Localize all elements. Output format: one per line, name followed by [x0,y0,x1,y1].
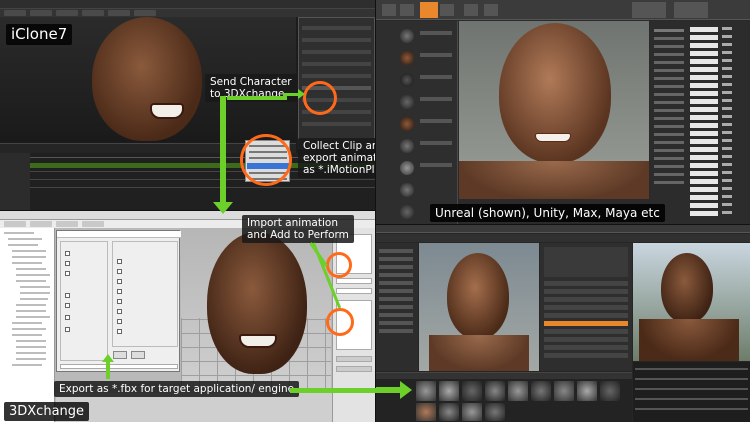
material-thumbnail[interactable] [400,95,414,109]
threedx-menu-button[interactable] [56,221,78,227]
unreal-anim-viewport[interactable] [419,243,539,371]
threedx-menu-button[interactable] [4,221,26,227]
material-thumbnail[interactable] [400,73,414,87]
unreal-anim-window [376,225,750,422]
threedx-title-label: 3DXchange [4,402,90,421]
threedx-scene-tree[interactable] [0,228,55,422]
unreal-label: Unreal (shown), Unity, Max, Maya etc [430,204,665,222]
character-face [207,232,307,374]
unreal-anim-middle-panel [540,243,632,371]
unreal-play-button[interactable] [420,2,438,18]
iclone-titlebar [0,0,375,9]
threedx-menu-button[interactable] [30,221,52,227]
iclone-menu-button[interactable] [4,10,26,16]
unreal-details-panel [650,21,750,224]
unreal-anim-tabs[interactable] [376,225,750,233]
highlight-circle-icon [240,134,292,186]
character-shoulders [459,161,649,199]
arrow-icon [102,354,114,362]
threedx-bottom-area [56,393,332,422]
arrow-icon [290,388,376,393]
iclone-menubar [0,9,375,17]
material-thumbnail[interactable] [400,161,414,175]
character-shoulders [639,319,739,361]
unreal-anim-curves[interactable] [633,362,750,422]
unreal-game-viewport[interactable] [633,243,750,361]
unreal-anim-toolbar [376,234,750,242]
arrow-icon [227,96,287,100]
threedx-viewport[interactable] [181,228,331,390]
arrow-icon [213,202,233,214]
character-face [92,17,202,141]
unreal-window: Unreal (shown), Unity, Max, Maya etc [376,0,750,224]
import-animation-label: Import animation and Add to Perform [242,215,354,243]
iclone-menu-button[interactable] [134,10,156,16]
highlight-circle-icon [326,308,354,336]
export-button[interactable] [113,351,127,359]
iclone-window: iClone7 Send Character to 3DXchange Coll… [0,0,375,210]
unreal-anim-left-panel [376,243,418,371]
character-teeth [239,334,277,348]
character-shoulders [429,335,529,371]
character-face [499,23,611,163]
character-teeth [150,103,184,119]
material-thumbnail[interactable] [400,139,414,153]
character-face [661,253,713,323]
arrow-icon [376,387,402,393]
cancel-button[interactable] [131,351,145,359]
unreal-content-browser[interactable] [376,372,632,422]
iclone-menu-button[interactable] [82,10,104,16]
material-thumbnail[interactable] [400,51,414,65]
iclone-menu-button[interactable] [56,10,78,16]
material-thumbnail[interactable] [400,183,414,197]
export-fbx-label: Export as *.fbx for target application/ … [54,381,300,397]
unreal-material-panel [376,21,458,224]
material-thumbnail[interactable] [400,117,414,131]
highlight-circle-icon [303,81,337,115]
character-face [447,253,509,339]
arrow-icon [400,381,412,399]
material-thumbnail[interactable] [400,205,414,219]
iclone-menu-button[interactable] [108,10,130,16]
threedx-menu-button[interactable] [82,221,104,227]
unreal-viewport[interactable] [459,21,649,199]
arrow-icon [106,361,110,379]
export-fbx-dialog[interactable] [56,230,181,372]
highlight-circle-icon [326,252,352,278]
character-teeth [535,133,571,142]
arrow-icon [220,96,226,204]
iclone-menu-button[interactable] [30,10,52,16]
collect-clip-label: Collect Clip and export animation as *.i… [298,138,375,178]
iclone-title-label: iClone7 [6,24,73,45]
arrow-icon [298,89,305,99]
material-thumbnail[interactable] [400,29,414,43]
